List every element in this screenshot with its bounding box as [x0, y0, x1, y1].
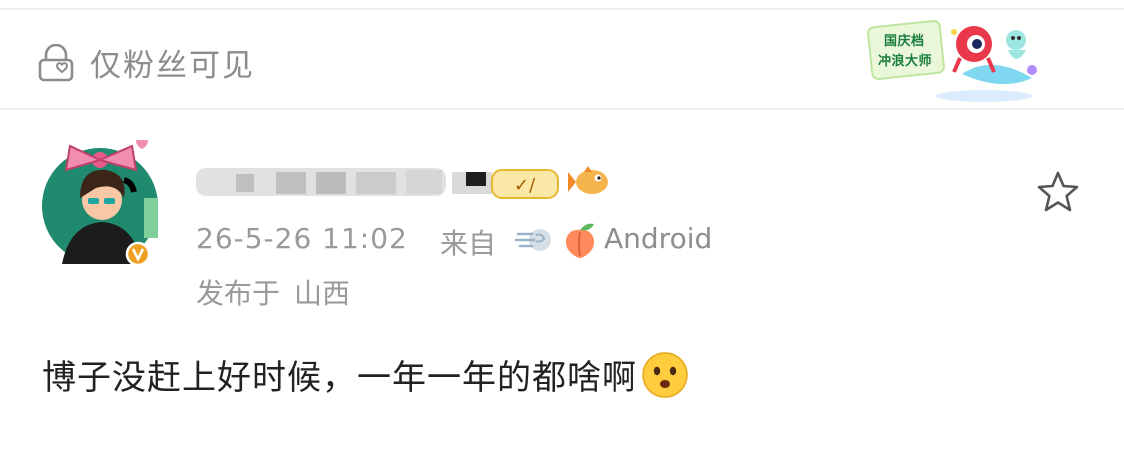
- surf-master-badge[interactable]: 国庆档 冲浪大师: [866, 14, 1044, 106]
- badge-line1: 国庆档: [884, 34, 925, 49]
- visibility-bar: 仅粉丝可见 国庆档 冲浪大师: [0, 10, 1124, 110]
- avatar[interactable]: [40, 138, 162, 268]
- post-content: 博子没赶上好时候，一年一年的都啥啊: [42, 350, 689, 399]
- post-text: 博子没赶上好时候，一年一年的都啥啊: [42, 358, 637, 398]
- from-label: 来自: [440, 227, 497, 260]
- svg-text:✓/: ✓/: [514, 175, 536, 196]
- visibility-label: 仅粉丝可见: [90, 48, 255, 84]
- post-location: 发布于 山西: [196, 272, 350, 312]
- badge-line2: 冲浪大师: [878, 54, 933, 69]
- fish-icon: [568, 162, 612, 198]
- frowning-face-emoji-icon: [641, 351, 689, 399]
- peach-icon: [560, 222, 600, 260]
- post-time: 26-5-26 11:02: [196, 222, 408, 255]
- location-label: 发布于: [196, 277, 281, 310]
- wind-icon: [514, 222, 554, 258]
- location-place: 山西: [294, 277, 351, 310]
- lock-heart-icon: [36, 43, 76, 84]
- blurred-username: ✓/: [196, 168, 559, 199]
- star-favorite-icon[interactable]: [1034, 168, 1082, 216]
- device-label: Android: [604, 222, 713, 255]
- username[interactable]: ✓/: [196, 156, 616, 212]
